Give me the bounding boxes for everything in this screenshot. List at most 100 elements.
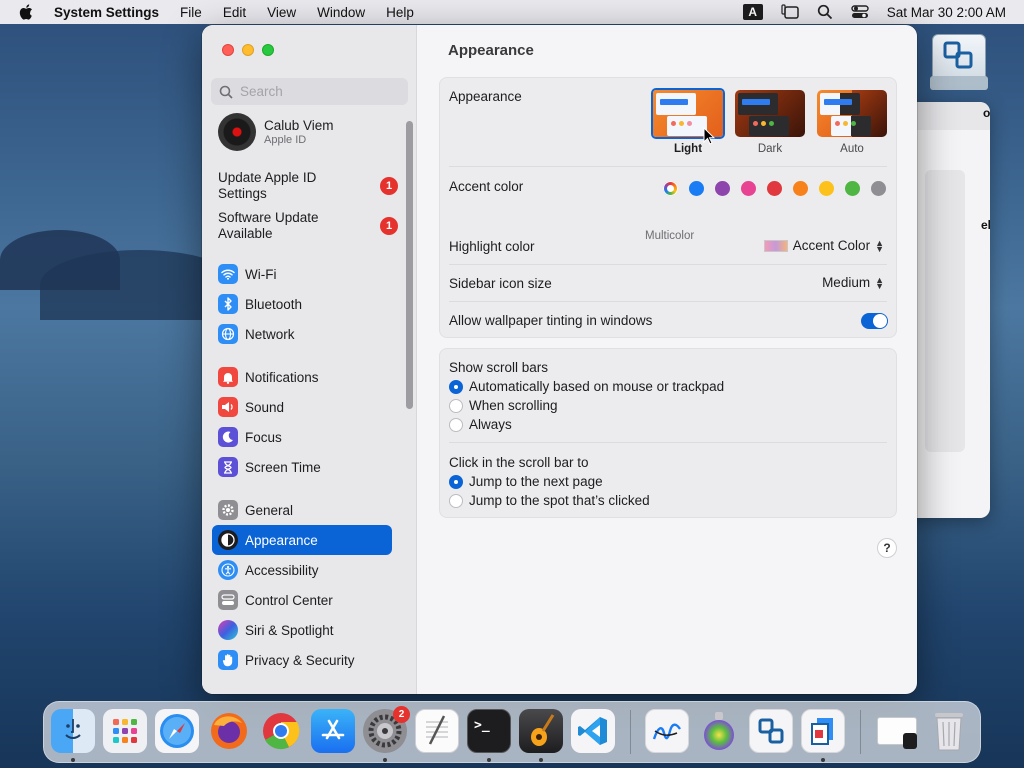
radio-label: Always [469, 417, 512, 432]
scroll-bars-when-scrolling-option[interactable]: When scrolling [449, 398, 558, 413]
sidebar-icon-size-popup[interactable]: Medium ▲ ▼ [822, 275, 884, 290]
notification-badge: 1 [380, 217, 398, 235]
alert-label: Software Update Available [218, 210, 319, 241]
radio-button[interactable] [449, 398, 463, 413]
help-button[interactable]: ? [877, 538, 897, 558]
accent-graphite-swatch[interactable] [871, 181, 886, 196]
highlight-color-popup[interactable]: Accent Color ▲ ▼ [763, 238, 884, 253]
sidebar-item-label: Wi-Fi [245, 266, 277, 282]
dark-thumbnail-window [738, 93, 778, 115]
click-scroll-bar-label: Click in the scroll bar to [449, 455, 589, 470]
dot [671, 121, 676, 126]
sidebar-item-accessibility[interactable]: Accessibility [212, 555, 392, 585]
apple-menu-icon[interactable] [18, 3, 36, 21]
garageband-icon[interactable] [519, 709, 563, 753]
speaker-icon [218, 397, 238, 417]
sidebar-item-sound[interactable]: Sound [212, 392, 392, 422]
sidebar-scrollbar[interactable] [406, 121, 413, 409]
radio-button[interactable] [449, 417, 463, 432]
zoom-window-button[interactable] [262, 44, 274, 56]
appearance-label: Appearance [449, 89, 522, 104]
alert-label: Update Apple ID Settings [218, 170, 317, 201]
radio-button[interactable] [449, 379, 463, 394]
appearance-option-auto[interactable] [817, 90, 887, 137]
menu-window[interactable]: Window [317, 5, 365, 20]
textedit-icon[interactable] [415, 709, 459, 753]
accent-pink-swatch[interactable] [741, 181, 756, 196]
dot [687, 121, 692, 126]
background-window[interactable]: on els [905, 102, 990, 518]
radio-button[interactable] [449, 493, 463, 508]
finder-icon[interactable] [51, 709, 95, 753]
app-store-icon[interactable] [311, 709, 355, 753]
sidebar-item-notifications[interactable]: Notifications [212, 362, 392, 392]
firefox-icon[interactable] [207, 709, 251, 753]
workspace-running-indicator [821, 758, 825, 762]
sidebar-item-focus[interactable]: Focus [212, 422, 392, 452]
control-center-icon[interactable] [850, 4, 869, 20]
sidebar-item-screen-time[interactable]: Screen Time [212, 452, 392, 482]
radio-label: Jump to the next page [469, 474, 603, 489]
menu-bar: System Settings File Edit View Window He… [0, 0, 1024, 24]
terminal-icon[interactable]: >_ [467, 709, 511, 753]
launchpad-icon[interactable] [103, 709, 147, 753]
chrome-icon[interactable] [259, 709, 303, 753]
bell-icon [218, 367, 238, 387]
stage-manager-icon[interactable] [781, 4, 799, 20]
menu-edit[interactable]: Edit [223, 5, 246, 20]
workspace-app-icon[interactable] [801, 709, 845, 753]
dark-thumbnail-bar [742, 99, 770, 105]
sidebar-item-bluetooth[interactable]: Bluetooth [212, 289, 392, 319]
appearance-option-dark[interactable] [735, 90, 805, 137]
click-next-page-option[interactable]: Jump to the next page [449, 474, 603, 489]
click-spot-option[interactable]: Jump to the spot that’s clicked [449, 493, 650, 508]
radio-button[interactable] [449, 474, 463, 489]
sidebar-item-privacy-security[interactable]: Privacy & Security [212, 645, 392, 675]
sidebar-item-appearance[interactable]: Appearance [212, 525, 392, 555]
accent-green-swatch[interactable] [845, 181, 860, 196]
accent-yellow-swatch[interactable] [819, 181, 834, 196]
accent-orange-swatch[interactable] [793, 181, 808, 196]
wallpaper-tinting-toggle[interactable] [861, 313, 888, 329]
vscode-icon[interactable] [571, 709, 615, 753]
menubar-clock[interactable]: Sat Mar 30 2:00 AM [887, 5, 1006, 20]
scroll-bars-always-option[interactable]: Always [449, 417, 512, 432]
dot [851, 121, 856, 126]
minimize-window-button[interactable] [242, 44, 254, 56]
freeform-icon[interactable] [645, 709, 689, 753]
search-input[interactable] [240, 84, 400, 99]
trash-icon[interactable] [927, 709, 971, 753]
accent-multicolor-swatch[interactable] [663, 181, 678, 196]
appearance-option-auto-label: Auto [840, 143, 864, 155]
accent-purple-swatch[interactable] [715, 181, 730, 196]
sidebar-item-wifi[interactable]: Wi-Fi [212, 259, 392, 289]
dot [761, 121, 766, 126]
menu-help[interactable]: Help [386, 5, 414, 20]
close-window-button[interactable] [222, 44, 234, 56]
sidebar-item-general[interactable]: General [212, 495, 392, 525]
sidebar-item-siri-spotlight[interactable]: Siri & Spotlight [212, 615, 392, 645]
menu-view[interactable]: View [267, 5, 296, 20]
scroll-bars-automatic-option[interactable]: Automatically based on mouse or trackpad [449, 379, 724, 394]
spotlight-search-icon[interactable] [817, 4, 833, 20]
downloads-stack-icon[interactable] [875, 709, 919, 753]
sidebar-item-network[interactable]: Network [212, 319, 392, 349]
dock: 2 >_ [43, 701, 981, 763]
accent-blue-swatch[interactable] [689, 181, 704, 196]
accent-red-swatch[interactable] [767, 181, 782, 196]
desktop-drive-icon[interactable] [930, 34, 988, 94]
update-apple-id-settings-item[interactable]: Update Apple ID Settings 1 [218, 170, 398, 204]
software-update-item[interactable]: Software Update Available 1 [218, 210, 398, 244]
disk-utility-icon[interactable] [697, 709, 741, 753]
migration-assistant-icon[interactable] [749, 709, 793, 753]
safari-icon[interactable] [155, 709, 199, 753]
toggles-icon [218, 590, 238, 610]
scroll-bar-settings-group: Show scroll bars Automatically based on … [439, 348, 897, 518]
input-source-icon[interactable]: A [742, 4, 763, 20]
sidebar-item-control-center[interactable]: Control Center [212, 585, 392, 615]
divider [449, 166, 887, 167]
menu-file[interactable]: File [180, 5, 202, 20]
menu-app-name[interactable]: System Settings [54, 5, 159, 20]
apple-id-profile[interactable]: Calub Viem Apple ID [218, 113, 334, 151]
search-field[interactable] [211, 78, 408, 105]
